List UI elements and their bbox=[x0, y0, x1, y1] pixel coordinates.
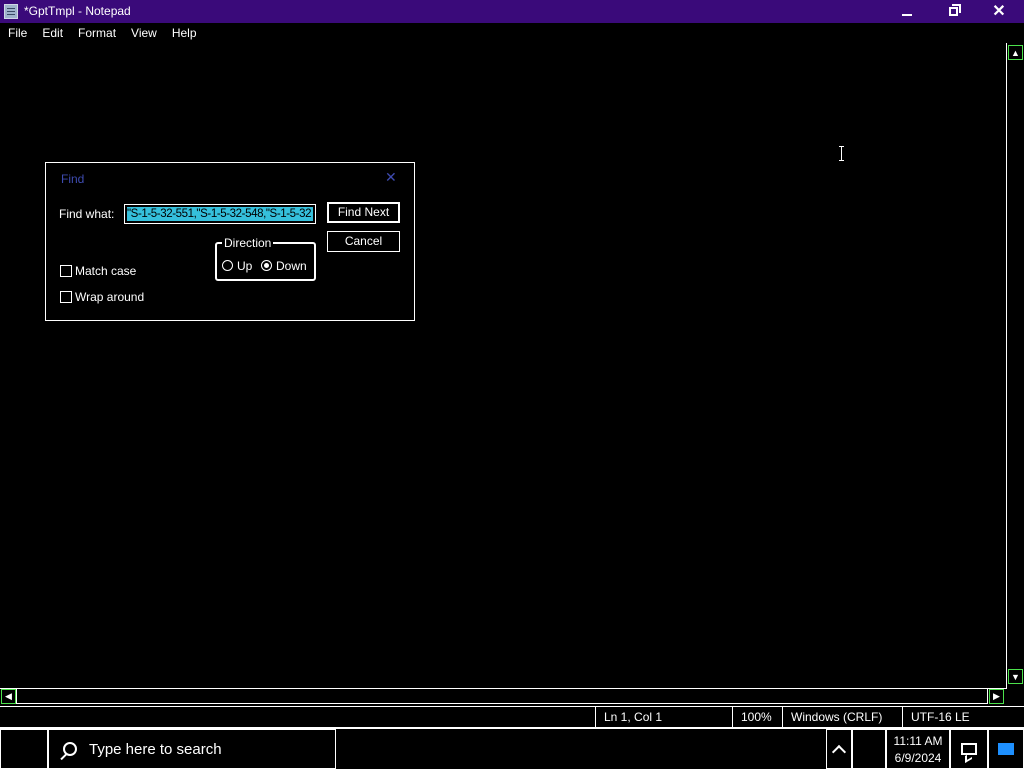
taskbar: Type here to search 11:11 AM 6/9/2024 bbox=[0, 728, 1024, 769]
chevron-up-icon: ▲ bbox=[1011, 47, 1020, 58]
search-icon bbox=[63, 742, 77, 756]
title-bar[interactable]: *GptTmpl - Notepad ✕ bbox=[0, 0, 1024, 23]
find-dialog-title: Find bbox=[61, 172, 85, 186]
menu-view[interactable]: View bbox=[123, 26, 164, 40]
status-cursor-position: Ln 1, Col 1 bbox=[595, 707, 732, 728]
close-icon[interactable]: ✕ bbox=[385, 169, 397, 186]
clock[interactable]: 11:11 AM 6/9/2024 bbox=[886, 729, 950, 769]
menu-help[interactable]: Help bbox=[164, 26, 204, 40]
direction-down-label[interactable]: Down bbox=[276, 259, 307, 273]
minimize-button[interactable] bbox=[884, 0, 930, 23]
status-zoom: 100% bbox=[732, 707, 782, 728]
clock-date: 6/9/2024 bbox=[894, 751, 942, 765]
horizontal-scrollbar[interactable]: ◀ ▶ bbox=[0, 688, 1006, 705]
search-placeholder: Type here to search bbox=[89, 740, 222, 758]
start-button[interactable] bbox=[0, 729, 48, 769]
text-cursor-icon bbox=[839, 146, 844, 161]
menu-format[interactable]: Format bbox=[70, 26, 123, 40]
chevron-right-icon: ▶ bbox=[993, 691, 1000, 701]
wrap-around-checkbox[interactable] bbox=[60, 291, 72, 303]
match-case-label[interactable]: Match case bbox=[75, 264, 136, 278]
find-next-button[interactable]: Find Next bbox=[327, 202, 400, 223]
wrap-around-label[interactable]: Wrap around bbox=[75, 290, 144, 304]
chevron-up-icon bbox=[831, 744, 847, 759]
restore-icon bbox=[948, 4, 961, 16]
window-title: *GptTmpl - Notepad bbox=[24, 4, 131, 18]
match-case-checkbox[interactable] bbox=[60, 265, 72, 277]
clock-time: 11:11 AM bbox=[893, 734, 943, 748]
tray-area[interactable] bbox=[852, 729, 886, 769]
vertical-scrollbar[interactable]: ▲ ▼ bbox=[1006, 43, 1023, 689]
cancel-button[interactable]: Cancel bbox=[327, 231, 400, 252]
find-dialog: Find ✕ Find what: "S-1-5-32-551,"S-1-5-3… bbox=[45, 162, 415, 321]
direction-up-label[interactable]: Up bbox=[237, 259, 252, 273]
chevron-down-icon: ▼ bbox=[1011, 671, 1020, 682]
minimize-icon bbox=[902, 13, 912, 16]
status-encoding: UTF-16 LE bbox=[902, 707, 1020, 728]
status-bar: Ln 1, Col 1 100% Windows (CRLF) UTF-16 L… bbox=[0, 706, 1024, 728]
scroll-down-button[interactable]: ▼ bbox=[1008, 669, 1023, 684]
desktop-icon bbox=[998, 743, 1014, 755]
menu-bar: File Edit Format View Help bbox=[0, 23, 1024, 43]
text-editor[interactable] bbox=[0, 43, 1006, 688]
scroll-up-button[interactable]: ▲ bbox=[1008, 45, 1023, 60]
direction-group: Direction Up Down bbox=[215, 237, 316, 281]
close-button[interactable]: ✕ bbox=[976, 0, 1022, 23]
notification-icon bbox=[961, 743, 977, 755]
status-line-ending: Windows (CRLF) bbox=[782, 707, 902, 728]
direction-up-radio[interactable] bbox=[222, 260, 233, 271]
menu-edit[interactable]: Edit bbox=[34, 26, 70, 40]
find-what-selected-text: "S-1-5-32-551,"S-1-5-32-548,"S-1-5-32 bbox=[127, 207, 313, 221]
direction-label: Direction bbox=[222, 236, 274, 250]
show-hidden-icons-button[interactable] bbox=[826, 729, 852, 769]
scroll-left-button[interactable]: ◀ bbox=[1, 689, 16, 704]
maximize-button[interactable] bbox=[930, 0, 976, 23]
chevron-left-icon: ◀ bbox=[5, 691, 12, 701]
show-desktop-button[interactable] bbox=[988, 729, 1024, 769]
menu-file[interactable]: File bbox=[0, 26, 34, 40]
horizontal-scroll-thumb[interactable] bbox=[16, 689, 988, 704]
notepad-icon bbox=[4, 4, 18, 19]
close-icon: ✕ bbox=[992, 2, 1006, 20]
find-what-label: Find what: bbox=[59, 207, 115, 221]
direction-down-radio[interactable] bbox=[261, 260, 272, 271]
find-what-input[interactable]: "S-1-5-32-551,"S-1-5-32-548,"S-1-5-32 bbox=[124, 204, 316, 224]
scroll-right-button[interactable]: ▶ bbox=[989, 689, 1004, 704]
taskbar-search-box[interactable]: Type here to search bbox=[48, 729, 336, 769]
notifications-button[interactable] bbox=[950, 729, 988, 769]
